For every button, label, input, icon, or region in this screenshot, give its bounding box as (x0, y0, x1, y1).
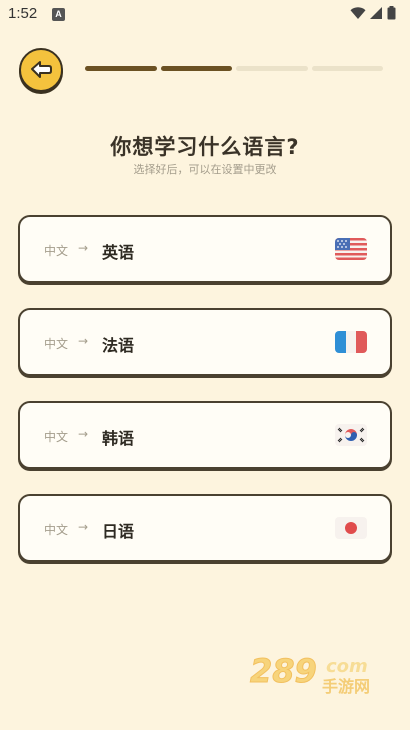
target-language-label: 日语 (102, 522, 135, 541)
source-language-label: 中文 (44, 244, 69, 258)
language-option-korean[interactable]: 中文 → 韩语 (18, 401, 392, 469)
language-option-japanese[interactable]: 中文 → 日语 (18, 494, 392, 562)
target-language-label: 法语 (102, 336, 135, 355)
svg-text:com: com (326, 656, 368, 677)
france-flag-icon (335, 331, 367, 353)
source-language-label: 中文 (44, 430, 69, 444)
arrow-right-icon: → (78, 427, 89, 441)
back-arrow-icon (31, 61, 52, 78)
svg-text:289: 289 (250, 652, 317, 690)
korea-flag-icon (335, 424, 367, 446)
target-language-label: 韩语 (102, 429, 135, 448)
wifi-icon (350, 6, 366, 19)
source-language-label: 中文 (44, 523, 69, 537)
svg-text:手游网: 手游网 (322, 677, 370, 696)
progress-segment (311, 66, 383, 71)
language-option-english[interactable]: 中文 → 英语 (18, 215, 392, 283)
progress-segment (160, 66, 232, 71)
watermark-logo: 289 com 手游网 (248, 650, 388, 697)
arrow-right-icon: → (78, 520, 89, 534)
target-language-label: 英语 (102, 243, 135, 262)
arrow-right-icon: → (78, 334, 89, 348)
arrow-right-icon: → (78, 241, 89, 255)
status-bar: 1:52 A (0, 0, 410, 30)
progress-bar (85, 66, 383, 71)
status-time: 1:52 (8, 5, 38, 22)
page-subtitle: 选择好后，可以在设置中更改 (133, 163, 277, 176)
status-icons (350, 6, 396, 20)
source-language-label: 中文 (44, 337, 69, 351)
japan-flag-icon (335, 517, 367, 539)
us-flag-icon (335, 238, 367, 260)
progress-segment (85, 66, 157, 71)
page-title: 你想学习什么语言? (110, 135, 300, 159)
signal-icon (370, 6, 382, 19)
language-option-french[interactable]: 中文 → 法语 (18, 308, 392, 376)
back-button[interactable] (19, 48, 63, 92)
notification-app-icon: A (52, 8, 65, 21)
progress-segment (236, 66, 308, 71)
battery-icon (387, 6, 396, 20)
